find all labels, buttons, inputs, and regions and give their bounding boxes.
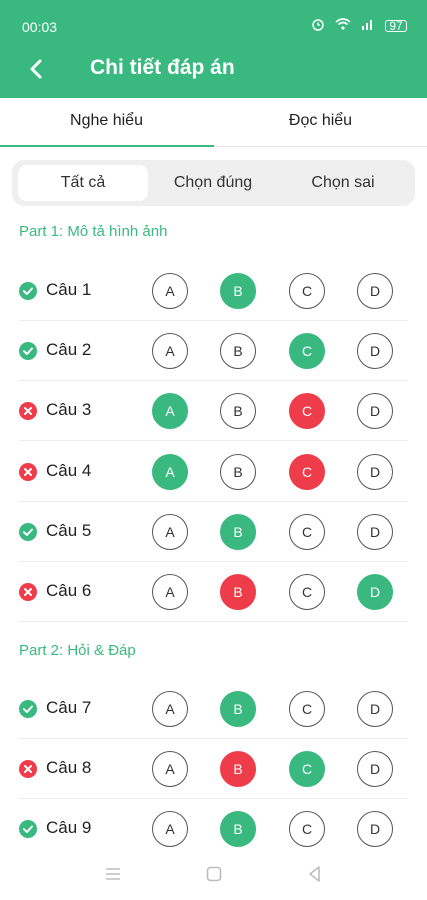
app-header: 00:03 97 Chi tiết đáp án: [0, 0, 427, 98]
question-label: Câu 2: [46, 340, 92, 359]
question-label: Câu 9: [46, 818, 92, 837]
filter-wrong-button[interactable]: Chọn sai: [278, 165, 408, 201]
question-row: Câu 4 ABCD: [0, 442, 427, 502]
answer-option-a[interactable]: A: [152, 811, 188, 847]
question-row: Câu 1 ABCD: [0, 261, 427, 321]
answer-option-a[interactable]: A: [152, 333, 188, 369]
x-circle-icon: [19, 463, 37, 481]
answer-option-b[interactable]: B: [220, 811, 256, 847]
answer-option-c[interactable]: C: [289, 751, 325, 787]
page-title: Chi tiết đáp án: [90, 56, 235, 79]
question-label: Câu 8: [46, 758, 92, 777]
answer-option-d[interactable]: D: [357, 691, 393, 727]
answer-option-b[interactable]: B: [220, 393, 256, 429]
question-row: Câu 5 ABCD: [0, 502, 427, 562]
active-tab-indicator: [0, 145, 214, 147]
wifi-icon: [335, 18, 351, 33]
status-bar: 00:03 97: [0, 0, 427, 40]
answer-option-c[interactable]: C: [289, 691, 325, 727]
answer-option-d[interactable]: D: [357, 333, 393, 369]
check-circle-icon: [19, 282, 37, 300]
answer-option-a[interactable]: A: [152, 454, 188, 490]
row-divider: [19, 621, 408, 622]
section-title: Part 1: Mô tả hình ảnh: [19, 223, 168, 240]
answer-option-d[interactable]: D: [357, 811, 393, 847]
check-circle-icon: [19, 700, 37, 718]
answer-option-d[interactable]: D: [357, 751, 393, 787]
back-nav-icon[interactable]: [306, 864, 324, 889]
status-time: 00:03: [22, 19, 58, 35]
x-circle-icon: [19, 583, 37, 601]
answer-option-c[interactable]: C: [289, 454, 325, 490]
question-label: Câu 7: [46, 698, 92, 717]
question-row: Câu 2 ABCD: [0, 321, 427, 381]
answer-option-d[interactable]: D: [357, 273, 393, 309]
answer-filter: Tất cả Chọn đúng Chọn sai: [12, 160, 415, 206]
answer-option-a[interactable]: A: [152, 751, 188, 787]
answer-option-b[interactable]: B: [220, 751, 256, 787]
answer-option-b[interactable]: B: [220, 273, 256, 309]
answer-option-b[interactable]: B: [220, 574, 256, 610]
x-circle-icon: [19, 402, 37, 420]
system-nav-bar: [0, 850, 427, 900]
check-circle-icon: [19, 820, 37, 838]
answer-option-b[interactable]: B: [220, 454, 256, 490]
menu-icon[interactable]: [104, 864, 122, 889]
question-row: Câu 6 ABCD: [0, 562, 427, 622]
question-label: Câu 1: [46, 280, 92, 299]
answer-option-d[interactable]: D: [357, 514, 393, 550]
home-icon[interactable]: [205, 864, 223, 889]
chevron-left-icon: [30, 59, 42, 79]
question-row: Câu 3 ABCD: [0, 381, 427, 441]
answer-option-d[interactable]: D: [357, 454, 393, 490]
tab-reading[interactable]: Đọc hiểu: [214, 98, 427, 146]
answer-option-b[interactable]: B: [220, 691, 256, 727]
answer-option-b[interactable]: B: [220, 514, 256, 550]
question-row: Câu 7 ABCD: [0, 679, 427, 739]
answer-option-a[interactable]: A: [152, 514, 188, 550]
status-icons: 97: [311, 17, 407, 34]
question-row: Câu 8 ABCD: [0, 739, 427, 799]
check-circle-icon: [19, 523, 37, 541]
answer-option-c[interactable]: C: [289, 574, 325, 610]
alarm-icon: [311, 17, 325, 34]
signal-icon: [361, 18, 375, 33]
answer-option-c[interactable]: C: [289, 273, 325, 309]
answer-option-c[interactable]: C: [289, 514, 325, 550]
main-tabs: Nghe hiểu Đọc hiểu: [0, 98, 427, 147]
x-circle-icon: [19, 760, 37, 778]
answer-option-a[interactable]: A: [152, 574, 188, 610]
filter-correct-button[interactable]: Chọn đúng: [148, 165, 278, 201]
check-circle-icon: [19, 342, 37, 360]
section-title: Part 2: Hỏi & Đáp: [19, 642, 136, 659]
answer-option-c[interactable]: C: [289, 393, 325, 429]
answer-option-c[interactable]: C: [289, 333, 325, 369]
row-divider: [19, 440, 408, 441]
tab-listening[interactable]: Nghe hiểu: [0, 98, 213, 146]
filter-all-button[interactable]: Tất cả: [18, 165, 148, 201]
question-label: Câu 3: [46, 400, 92, 419]
back-button[interactable]: [22, 54, 52, 84]
answer-option-a[interactable]: A: [152, 691, 188, 727]
answer-option-c[interactable]: C: [289, 811, 325, 847]
answer-option-a[interactable]: A: [152, 393, 188, 429]
question-label: Câu 5: [46, 521, 92, 540]
battery-icon: 97: [385, 19, 407, 32]
answer-option-d[interactable]: D: [357, 574, 393, 610]
answer-option-b[interactable]: B: [220, 333, 256, 369]
answer-option-d[interactable]: D: [357, 393, 393, 429]
question-label: Câu 4: [46, 461, 92, 480]
answer-option-a[interactable]: A: [152, 273, 188, 309]
question-label: Câu 6: [46, 581, 92, 600]
